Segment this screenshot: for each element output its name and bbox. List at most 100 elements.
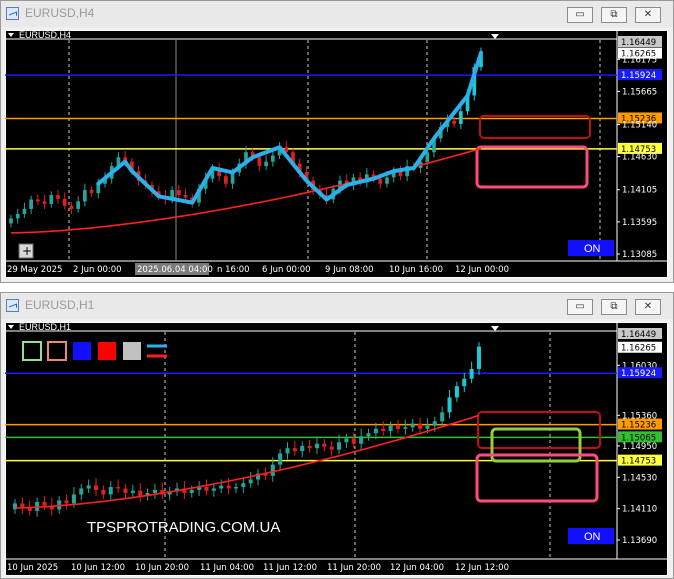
time-label: 12 Jun 04:00	[390, 563, 444, 573]
price-label: 1.13690	[622, 536, 657, 546]
candle-body	[177, 190, 181, 196]
candle-body	[337, 442, 342, 450]
minimize-button[interactable]: ▭	[567, 7, 593, 23]
minimize-button[interactable]: ▭	[567, 299, 593, 315]
time-label: 29 May 2025	[7, 265, 62, 275]
chart-canvas[interactable]: EURUSD,H41.164491.162651.161751.159241.1…	[5, 30, 668, 278]
close-button[interactable]: ✕	[635, 7, 661, 23]
window-title: EURUSD,H4	[25, 6, 95, 20]
candle-body	[344, 438, 349, 443]
candle-body	[410, 423, 415, 428]
time-label: 9 Jun 08:00	[325, 265, 374, 275]
candle-body	[388, 425, 393, 431]
price-label: 1.15924	[621, 71, 656, 81]
time-label: 10 Jun 12:00	[71, 563, 125, 573]
chart-canvas[interactable]: EURUSD,H11.164491.162651.160301.159241.1…	[5, 322, 668, 576]
legend-blue-box-icon[interactable]	[73, 342, 91, 360]
chart-window-h1[interactable]: EURUSD,H1 ▭ ⧉ ✕ EURUSD,H1 1.16449 1.16265 1…	[0, 292, 674, 579]
candle-body	[425, 425, 430, 429]
candle-body	[71, 494, 76, 504]
candle-body	[89, 190, 94, 194]
legend-gray-box-icon[interactable]	[123, 342, 141, 360]
time-label: 12 Jun 12:00	[455, 563, 509, 573]
candle-body	[64, 500, 69, 504]
legend-red-box-icon[interactable]	[98, 342, 116, 360]
zone-rectangle[interactable]	[479, 115, 591, 139]
candle-body	[101, 489, 106, 495]
candle-body	[459, 111, 463, 124]
plus-icon[interactable]: +	[22, 244, 32, 258]
dropdown-arrow-icon[interactable]	[8, 33, 14, 37]
candle-body	[93, 485, 99, 490]
candle-body	[224, 176, 228, 184]
price-label: 1.14630	[622, 153, 657, 163]
candle-body	[264, 161, 268, 167]
restore-button[interactable]: ⧉	[601, 299, 627, 315]
candle-body	[270, 464, 275, 476]
candle-body	[15, 213, 20, 219]
candle-body	[300, 445, 305, 452]
candle-body	[211, 488, 216, 491]
price-label: 1.16449	[621, 38, 656, 48]
candle-body	[108, 486, 113, 495]
candle-body	[403, 427, 408, 429]
candle-body	[378, 178, 383, 184]
time-label: 10 Jun 16:00	[389, 265, 443, 275]
candle-body	[440, 412, 445, 422]
title-bar[interactable]: EURUSD,H1 ▭ ⧉ ✕	[1, 293, 673, 319]
symbol-label: EURUSD,H4	[19, 30, 71, 40]
candle-body	[138, 490, 143, 496]
shift-marker-icon	[491, 326, 499, 331]
price-label: 1.15140	[622, 120, 657, 130]
candle-body	[42, 201, 47, 204]
candle-body	[452, 120, 456, 124]
candle-body	[322, 443, 327, 447]
candle-body	[395, 425, 401, 429]
price-label: 1.16449	[621, 330, 656, 340]
symbol-label: EURUSD,H1	[19, 322, 71, 332]
candle-body	[447, 397, 452, 413]
candle-body	[476, 346, 482, 370]
candle-body	[418, 423, 423, 429]
candle-body	[152, 489, 157, 493]
candle-body	[385, 177, 389, 184]
candle-body	[462, 378, 467, 387]
window-title: EURUSD,H1	[25, 298, 95, 312]
candle-body	[56, 195, 60, 199]
candle-body	[271, 155, 275, 162]
candle-body	[69, 205, 74, 209]
candle-body	[79, 488, 84, 495]
moving-average-line	[14, 414, 480, 509]
chart-window-h4[interactable]: EURUSD,H4 ▭ ⧉ ✕ EURUSD,H4 1.16449 1.16265 1…	[0, 0, 674, 283]
title-bar[interactable]: EURUSD,H4 ▭ ⧉ ✕	[1, 1, 673, 27]
zone-rectangle[interactable]	[475, 145, 589, 189]
candle-body	[83, 190, 87, 202]
chart-app-icon	[6, 299, 19, 312]
candle-body	[432, 421, 437, 426]
candle-body	[366, 433, 371, 437]
price-label: 1.14950	[622, 442, 657, 452]
on-button-label[interactable]: ON	[584, 531, 601, 543]
price-label: 1.16175	[622, 55, 657, 65]
candle-body	[248, 479, 253, 484]
restore-button[interactable]: ⧉	[601, 7, 627, 23]
candle-body	[123, 488, 128, 493]
candle-body	[469, 369, 474, 379]
close-button[interactable]: ✕	[635, 299, 661, 315]
time-label: 11 Jun 12:00	[263, 563, 317, 573]
legend-green-box-icon[interactable]	[22, 341, 42, 361]
on-button-label[interactable]: ON	[584, 243, 601, 255]
price-label: 1.15665	[622, 87, 657, 97]
chart-app-icon	[6, 7, 19, 20]
candle-body	[189, 489, 194, 493]
time-label: 10 Jun 2025	[7, 563, 58, 573]
price-chart[interactable]: EURUSD,H1 1.16449 1.16265 1.16030 1.15924 1.1…	[5, 322, 668, 576]
candle-body	[329, 446, 334, 450]
legend-orange-box-icon[interactable]	[47, 341, 67, 361]
price-chart[interactable]: EURUSD,H4 1.16449 1.16265 1.16175 1.15924 1.1…	[5, 30, 668, 278]
time-label: 2 Jun 00:00	[73, 265, 122, 275]
dropdown-arrow-icon[interactable]	[8, 325, 14, 329]
price-label: 1.16265	[621, 344, 656, 354]
candle-body	[116, 486, 121, 489]
candle-body	[292, 448, 297, 452]
